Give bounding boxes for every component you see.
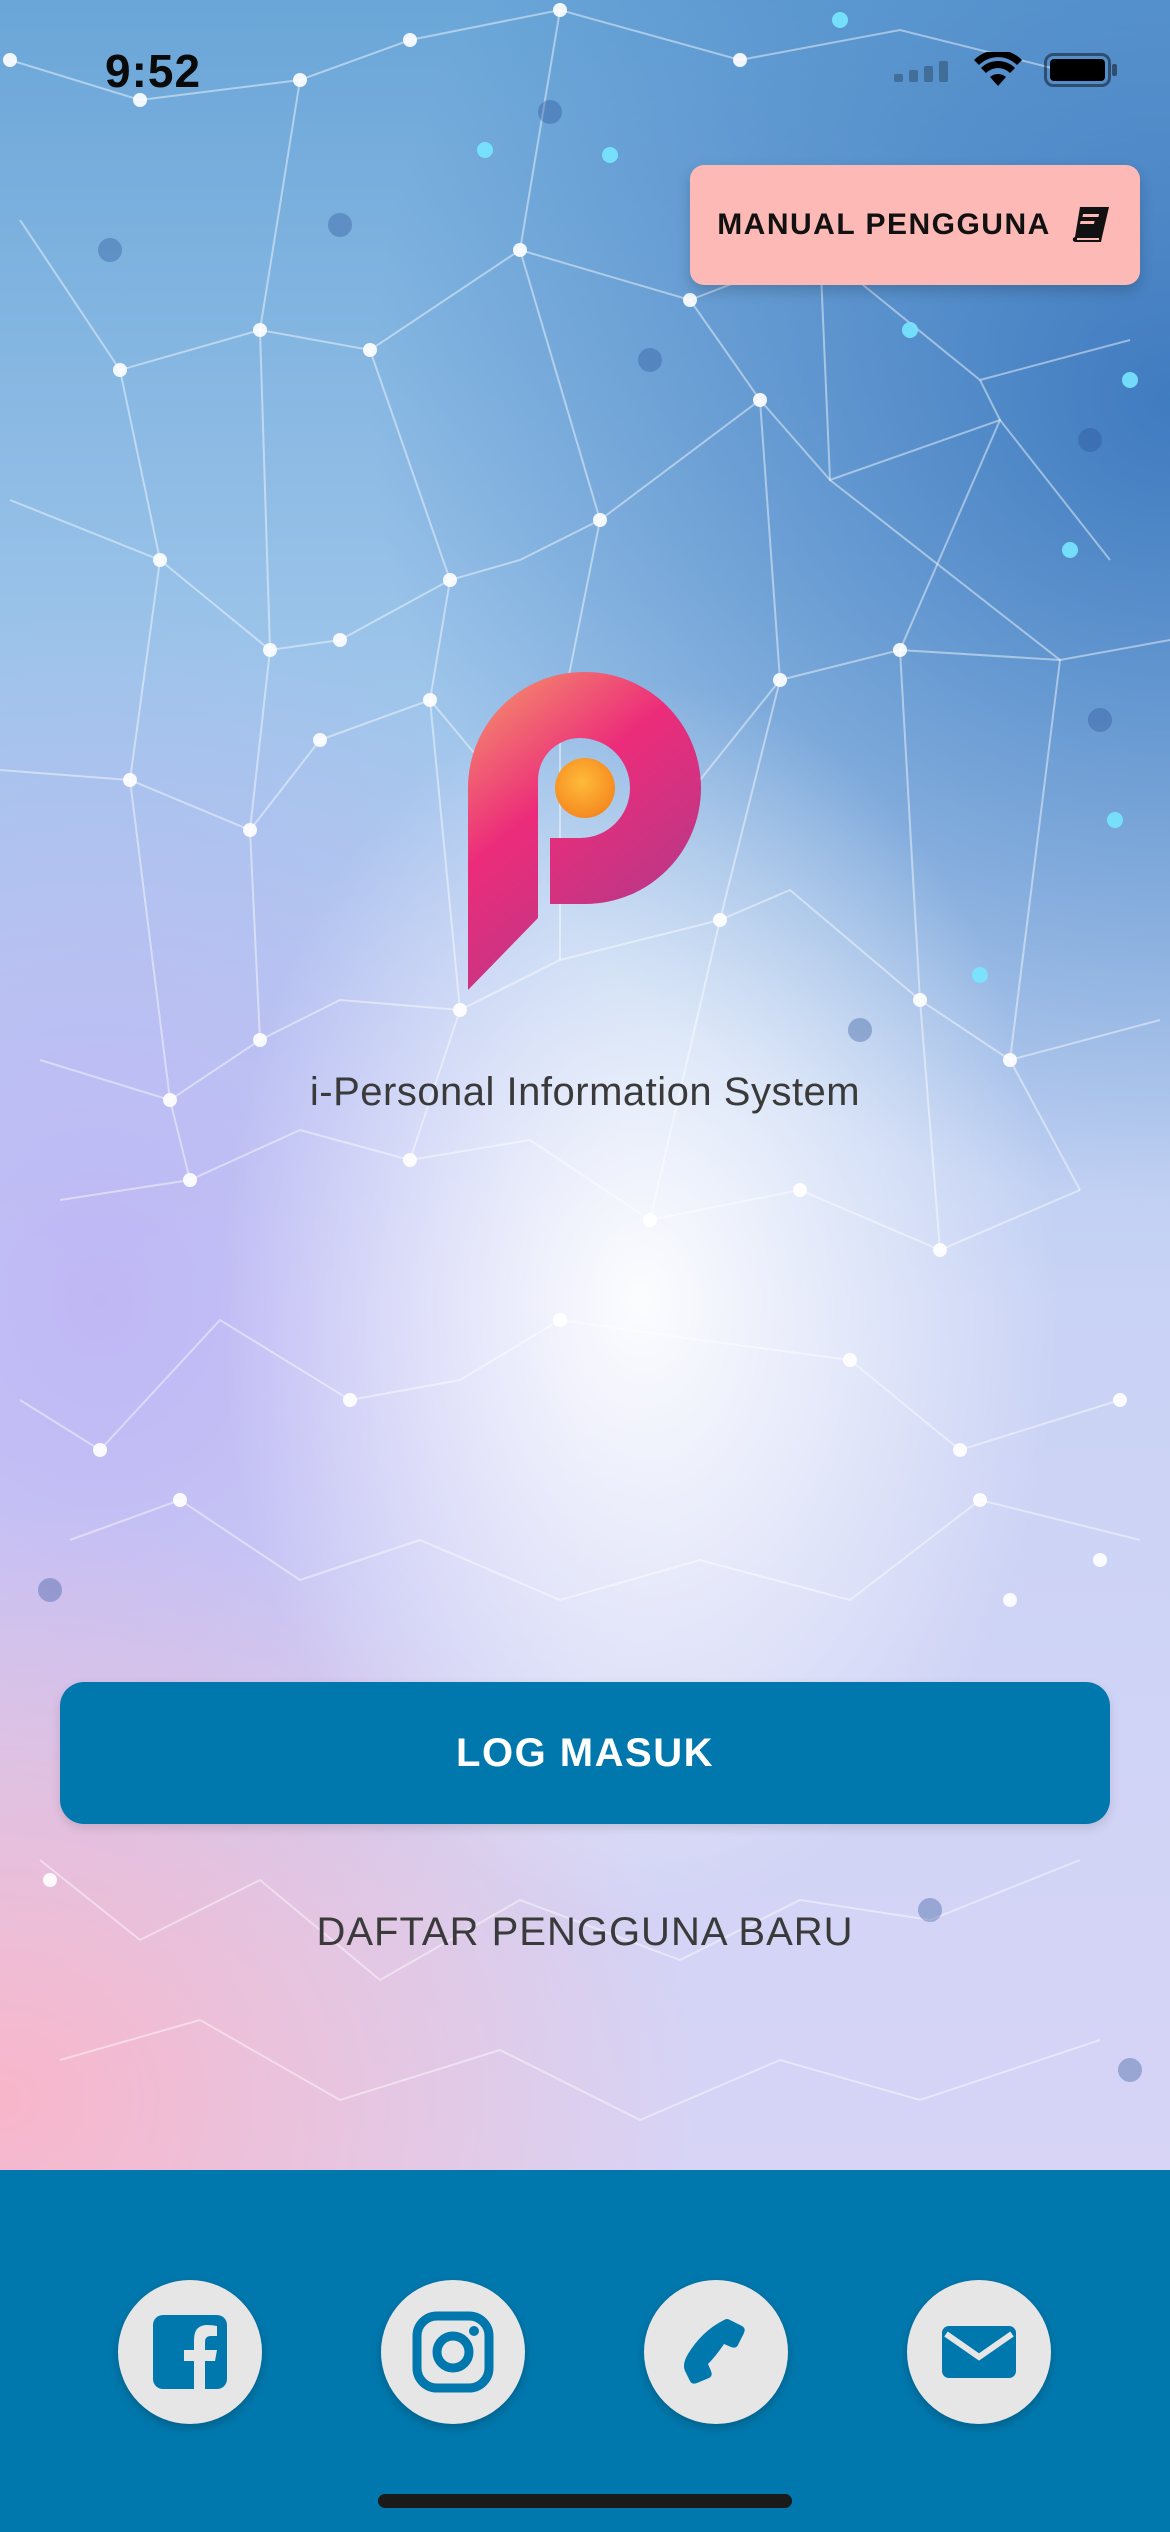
facebook-button[interactable] xyxy=(118,2280,262,2424)
status-bar: 9:52 xyxy=(0,0,1170,140)
instagram-button[interactable] xyxy=(381,2280,525,2424)
phone-icon xyxy=(684,2319,745,2384)
signal-icon xyxy=(894,61,948,82)
instagram-icon xyxy=(412,2311,494,2393)
phone-button[interactable] xyxy=(644,2280,788,2424)
log-masuk-button[interactable]: LOG MASUK xyxy=(60,1682,1110,1824)
app-logo xyxy=(468,671,701,990)
mail-icon xyxy=(942,2326,1016,2378)
facebook-icon xyxy=(153,2315,227,2391)
manual-pengguna-label: MANUAL PENGGUNA xyxy=(717,208,1051,241)
wifi-icon xyxy=(974,52,1022,86)
log-masuk-label: LOG MASUK xyxy=(456,1730,714,1775)
battery-icon xyxy=(1044,53,1117,87)
email-button[interactable] xyxy=(907,2280,1051,2424)
book-icon xyxy=(1072,207,1109,242)
status-time: 9:52 xyxy=(105,45,202,97)
daftar-pengguna-baru-link[interactable]: DAFTAR PENGGUNA BARU xyxy=(0,1910,1170,1955)
status-icons xyxy=(894,52,1118,88)
app-title: i-Personal Information System xyxy=(309,1070,861,1114)
home-indicator[interactable] xyxy=(378,2494,792,2508)
manual-pengguna-button[interactable]: MANUAL PENGGUNA xyxy=(690,165,1140,285)
